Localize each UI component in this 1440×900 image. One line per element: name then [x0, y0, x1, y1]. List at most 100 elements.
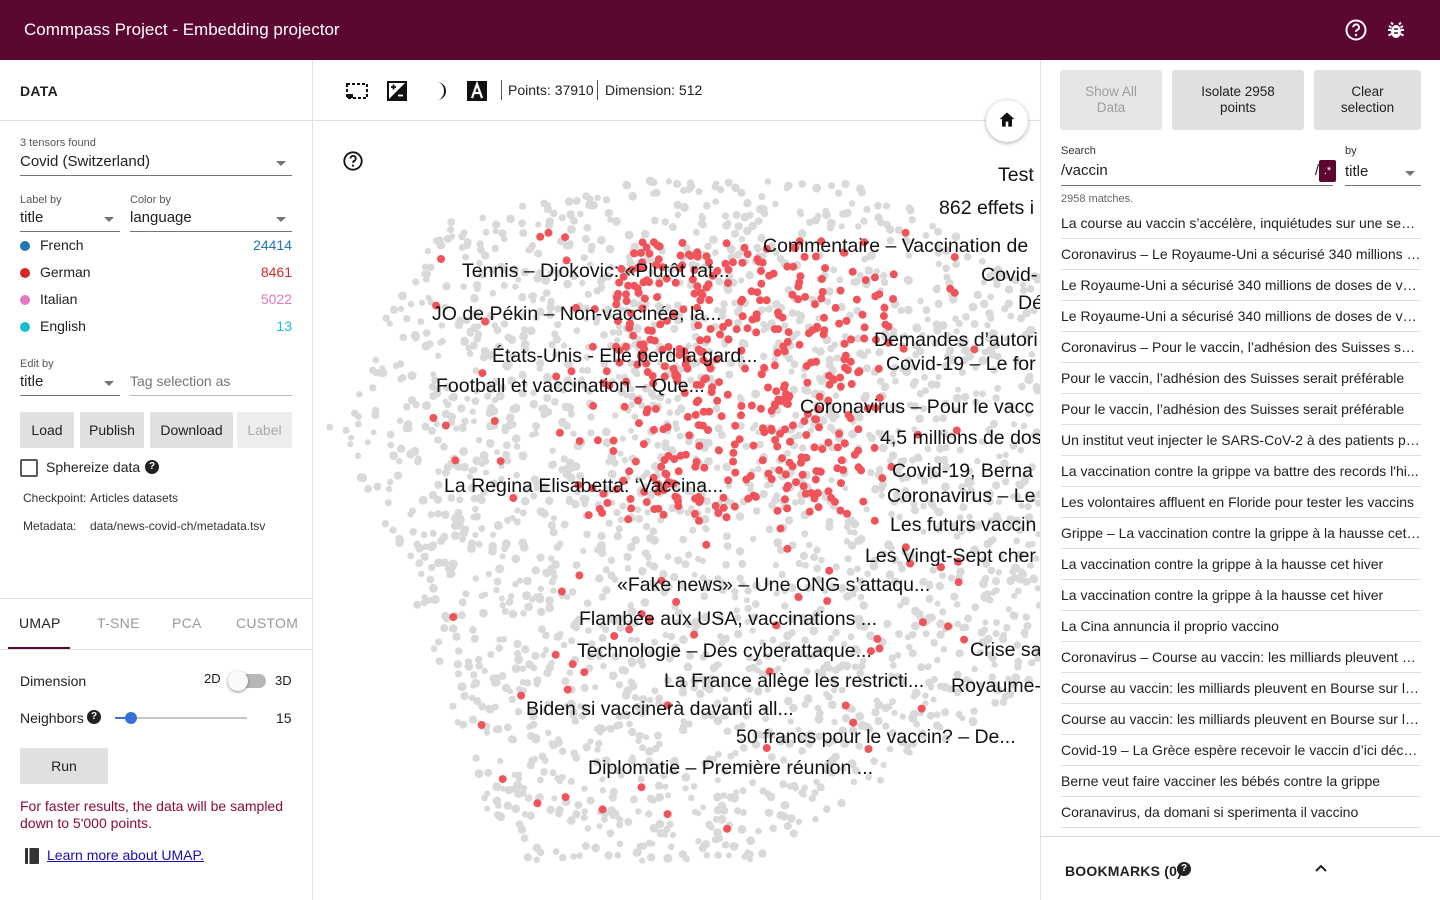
- data-point[interactable]: [605, 519, 613, 527]
- data-point[interactable]: [651, 216, 659, 225]
- data-point[interactable]: [533, 676, 542, 685]
- selected-data-point[interactable]: [861, 276, 870, 285]
- selected-data-point[interactable]: [836, 373, 845, 382]
- data-point[interactable]: [472, 531, 479, 539]
- data-point[interactable]: [410, 446, 420, 456]
- selected-data-point[interactable]: [703, 335, 712, 344]
- selected-data-point[interactable]: [819, 330, 828, 339]
- data-point[interactable]: [583, 223, 592, 232]
- data-point[interactable]: [420, 531, 428, 539]
- data-point[interactable]: [715, 834, 724, 843]
- data-point[interactable]: [566, 669, 574, 676]
- selected-data-point[interactable]: [827, 494, 836, 502]
- data-point[interactable]: [1018, 382, 1026, 391]
- data-point[interactable]: [619, 502, 627, 510]
- selected-data-point[interactable]: [824, 438, 833, 447]
- search-result-item[interactable]: Coronavirus – Le Royaume-Uni a sécurisé …: [1061, 239, 1421, 270]
- data-point[interactable]: [854, 536, 864, 545]
- data-point[interactable]: [573, 327, 581, 334]
- data-point[interactable]: [495, 564, 505, 574]
- data-point[interactable]: [459, 528, 469, 538]
- data-point[interactable]: [446, 226, 455, 234]
- help-icon[interactable]: [342, 150, 364, 177]
- data-point[interactable]: [592, 684, 599, 691]
- data-point[interactable]: [640, 598, 650, 607]
- data-point[interactable]: [968, 717, 978, 727]
- data-point[interactable]: [540, 199, 548, 208]
- data-point[interactable]: [474, 655, 483, 664]
- selected-data-point[interactable]: [622, 290, 630, 299]
- tab-umap[interactable]: UMAP: [19, 615, 61, 631]
- search-result-item[interactable]: La Cina annuncia il proprio vaccino: [1061, 611, 1421, 642]
- data-point[interactable]: [593, 287, 601, 295]
- data-point[interactable]: [418, 570, 425, 578]
- selected-data-point[interactable]: [635, 419, 643, 428]
- data-point[interactable]: [559, 853, 567, 862]
- data-point[interactable]: [540, 509, 549, 518]
- data-point[interactable]: [613, 337, 621, 344]
- selected-data-point[interactable]: [691, 462, 700, 471]
- selected-data-point[interactable]: [786, 437, 794, 446]
- data-point[interactable]: [655, 793, 664, 802]
- data-point[interactable]: [913, 378, 920, 385]
- data-point[interactable]: [764, 808, 774, 817]
- data-point[interactable]: [454, 670, 463, 678]
- selected-data-point[interactable]: [646, 335, 655, 344]
- data-point[interactable]: [434, 436, 442, 444]
- selected-data-point[interactable]: [873, 634, 882, 643]
- data-point[interactable]: [709, 235, 718, 244]
- data-point[interactable]: [813, 546, 821, 554]
- selected-data-point[interactable]: [802, 431, 811, 439]
- selected-data-point[interactable]: [735, 435, 744, 444]
- search-result-item[interactable]: Le Royaume-Uni a sécurisé 340 millions d…: [1061, 270, 1421, 301]
- selected-data-point[interactable]: [767, 424, 776, 433]
- data-point[interactable]: [442, 398, 449, 405]
- selected-data-point[interactable]: [700, 463, 709, 472]
- data-point[interactable]: [670, 324, 679, 333]
- data-point[interactable]: [731, 183, 740, 193]
- data-point[interactable]: [426, 597, 433, 604]
- selected-data-point[interactable]: [854, 446, 863, 455]
- data-point[interactable]: [492, 782, 502, 792]
- data-point[interactable]: [551, 330, 559, 338]
- data-point[interactable]: [417, 318, 425, 326]
- data-point[interactable]: [619, 435, 626, 442]
- data-point[interactable]: [458, 611, 466, 620]
- data-point[interactable]: [685, 720, 693, 728]
- data-point[interactable]: [1029, 574, 1039, 584]
- selected-data-point[interactable]: [759, 424, 767, 433]
- data-point[interactable]: [393, 471, 403, 480]
- data-point[interactable]: [955, 649, 964, 658]
- selected-data-point[interactable]: [858, 310, 867, 319]
- data-point[interactable]: [749, 425, 756, 432]
- data-point[interactable]: [639, 857, 646, 864]
- search-result-item[interactable]: La vaccination contre la grippe à la hau…: [1061, 549, 1421, 580]
- data-point[interactable]: [548, 659, 555, 667]
- data-point[interactable]: [673, 200, 682, 210]
- data-point[interactable]: [470, 634, 479, 643]
- selected-data-point[interactable]: [764, 383, 772, 392]
- data-point[interactable]: [930, 696, 937, 703]
- selected-data-point[interactable]: [631, 457, 640, 466]
- data-point[interactable]: [351, 409, 359, 417]
- reset-view-button[interactable]: [986, 100, 1028, 142]
- data-point[interactable]: [479, 608, 488, 618]
- data-point[interactable]: [688, 794, 695, 802]
- selected-data-point[interactable]: [630, 249, 639, 258]
- data-point[interactable]: [561, 402, 571, 412]
- data-point[interactable]: [838, 223, 845, 230]
- data-point[interactable]: [491, 244, 499, 253]
- data-point[interactable]: [476, 240, 484, 248]
- data-point[interactable]: [551, 795, 558, 802]
- data-point[interactable]: [781, 322, 789, 329]
- data-point[interactable]: [970, 320, 979, 328]
- selected-data-point[interactable]: [789, 421, 797, 430]
- data-point[interactable]: [961, 623, 970, 632]
- data-point[interactable]: [584, 290, 592, 298]
- data-point[interactable]: [568, 588, 577, 596]
- data-point[interactable]: [704, 507, 711, 514]
- data-point[interactable]: [485, 570, 492, 578]
- data-point[interactable]: [857, 662, 866, 670]
- data-point[interactable]: [591, 843, 600, 853]
- selected-data-point[interactable]: [798, 470, 807, 479]
